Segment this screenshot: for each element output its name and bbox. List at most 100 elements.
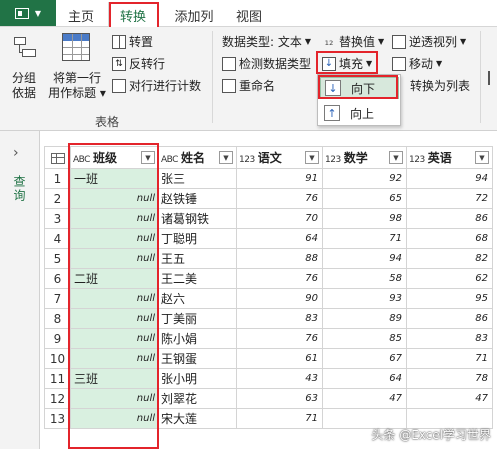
class-cell[interactable]: null bbox=[70, 388, 159, 409]
filter-dropdown-icon[interactable]: ▼ bbox=[219, 151, 233, 164]
detect-data-type-button[interactable]: 检测数据类型 bbox=[222, 55, 311, 72]
name-cell[interactable]: 宋大莲 bbox=[158, 408, 237, 429]
chinese-score-cell[interactable]: 76 bbox=[236, 328, 323, 349]
row-number[interactable]: 7 bbox=[44, 288, 71, 309]
transpose-button[interactable]: 转置 bbox=[112, 33, 153, 50]
class-cell[interactable]: null bbox=[70, 228, 159, 249]
name-cell[interactable]: 张小明 bbox=[158, 368, 237, 389]
file-menu-button[interactable]: ▼ bbox=[0, 0, 56, 26]
tab-home[interactable]: 主页 bbox=[60, 4, 102, 26]
class-cell[interactable]: null bbox=[70, 288, 159, 309]
row-number[interactable]: 5 bbox=[44, 248, 71, 269]
use-first-row-as-headers-button[interactable]: 将第一行 用作标题 ▾ bbox=[48, 71, 106, 101]
name-cell[interactable]: 张三 bbox=[158, 168, 237, 189]
column-header-english[interactable]: 123 英语 ▼ bbox=[406, 146, 493, 169]
fill-button[interactable]: ↓ 填充 ▼ bbox=[322, 55, 372, 72]
column-header-chinese[interactable]: 123 语文 ▼ bbox=[236, 146, 323, 169]
filter-dropdown-icon[interactable]: ▼ bbox=[389, 151, 403, 164]
count-rows-button[interactable]: 对行进行计数 bbox=[112, 77, 201, 94]
chinese-score-cell[interactable]: 76 bbox=[236, 268, 323, 289]
chinese-score-cell[interactable]: 43 bbox=[236, 368, 323, 389]
class-cell[interactable]: 一班 bbox=[70, 168, 159, 189]
row-number[interactable]: 13 bbox=[44, 408, 71, 429]
chinese-score-cell[interactable]: 90 bbox=[236, 288, 323, 309]
name-cell[interactable]: 丁聪明 bbox=[158, 228, 237, 249]
tab-transform[interactable]: 转换 bbox=[108, 2, 158, 28]
table-menu-button[interactable] bbox=[44, 146, 71, 169]
replace-values-button[interactable]: ₁₂ 替换值 ▼ bbox=[322, 33, 385, 50]
class-cell[interactable]: null bbox=[70, 348, 159, 369]
name-cell[interactable]: 王二美 bbox=[158, 268, 237, 289]
tab-add-column[interactable]: 添加列 bbox=[166, 4, 222, 26]
english-score-cell[interactable]: 95 bbox=[406, 288, 493, 309]
class-cell[interactable]: 二班 bbox=[70, 268, 159, 289]
row-number[interactable]: 12 bbox=[44, 388, 71, 409]
name-cell[interactable]: 王五 bbox=[158, 248, 237, 269]
english-score-cell[interactable]: 86 bbox=[406, 208, 493, 229]
column-header-name[interactable]: ABC 姓名 ▼ bbox=[158, 146, 237, 169]
math-score-cell[interactable]: 47 bbox=[322, 388, 407, 409]
english-score-cell[interactable]: 83 bbox=[406, 328, 493, 349]
group-by-button[interactable]: 分组 依据 bbox=[6, 71, 42, 101]
math-score-cell[interactable]: 65 bbox=[322, 188, 407, 209]
math-score-cell[interactable]: 67 bbox=[322, 348, 407, 369]
name-cell[interactable]: 王钢蛋 bbox=[158, 348, 237, 369]
english-score-cell[interactable]: 47 bbox=[406, 388, 493, 409]
english-score-cell[interactable]: 78 bbox=[406, 368, 493, 389]
row-number[interactable]: 1 bbox=[44, 168, 71, 189]
math-score-cell[interactable]: 58 bbox=[322, 268, 407, 289]
tab-view[interactable]: 视图 bbox=[228, 4, 270, 26]
name-cell[interactable]: 诸葛钢铁 bbox=[158, 208, 237, 229]
class-cell[interactable]: null bbox=[70, 308, 159, 329]
chinese-score-cell[interactable]: 70 bbox=[236, 208, 323, 229]
row-number[interactable]: 4 bbox=[44, 228, 71, 249]
english-score-cell[interactable]: 72 bbox=[406, 188, 493, 209]
filter-dropdown-icon[interactable]: ▼ bbox=[305, 151, 319, 164]
chevron-right-icon[interactable]: › bbox=[13, 145, 19, 161]
math-score-cell[interactable]: 89 bbox=[322, 308, 407, 329]
english-score-cell[interactable]: 94 bbox=[406, 168, 493, 189]
row-number[interactable]: 3 bbox=[44, 208, 71, 229]
name-cell[interactable]: 刘翠花 bbox=[158, 388, 237, 409]
name-cell[interactable]: 赵六 bbox=[158, 288, 237, 309]
chinese-score-cell[interactable]: 76 bbox=[236, 188, 323, 209]
row-number[interactable]: 6 bbox=[44, 268, 71, 289]
name-cell[interactable]: 赵铁锤 bbox=[158, 188, 237, 209]
math-score-cell[interactable]: 64 bbox=[322, 368, 407, 389]
math-score-cell[interactable]: 94 bbox=[322, 248, 407, 269]
move-button[interactable]: 移动 ▼ bbox=[392, 55, 442, 72]
fill-down-menu-item[interactable]: ↓ 向下 bbox=[320, 77, 399, 99]
english-score-cell[interactable]: 82 bbox=[406, 248, 493, 269]
math-score-cell[interactable]: 85 bbox=[322, 328, 407, 349]
rename-button[interactable]: 重命名 bbox=[222, 77, 275, 94]
class-cell[interactable]: null bbox=[70, 188, 159, 209]
math-score-cell[interactable]: 71 bbox=[322, 228, 407, 249]
name-cell[interactable]: 陈小娟 bbox=[158, 328, 237, 349]
filter-dropdown-icon[interactable]: ▼ bbox=[475, 151, 489, 164]
chinese-score-cell[interactable]: 83 bbox=[236, 308, 323, 329]
class-cell[interactable]: null bbox=[70, 408, 159, 429]
row-number[interactable]: 2 bbox=[44, 188, 71, 209]
convert-to-list-button[interactable]: 转换为列表 bbox=[410, 77, 470, 94]
class-cell[interactable]: null bbox=[70, 208, 159, 229]
data-type-dropdown[interactable]: 数据类型: 文本 ▼ bbox=[222, 33, 311, 50]
row-number[interactable]: 10 bbox=[44, 348, 71, 369]
chinese-score-cell[interactable]: 71 bbox=[236, 408, 323, 429]
english-score-cell[interactable]: 71 bbox=[406, 348, 493, 369]
filter-dropdown-icon[interactable]: ▼ bbox=[141, 151, 155, 164]
class-cell[interactable]: 三班 bbox=[70, 368, 159, 389]
chinese-score-cell[interactable]: 61 bbox=[236, 348, 323, 369]
chinese-score-cell[interactable]: 88 bbox=[236, 248, 323, 269]
row-number[interactable]: 8 bbox=[44, 308, 71, 329]
class-cell[interactable]: null bbox=[70, 248, 159, 269]
column-header-class[interactable]: ABC 班级 ▼ bbox=[70, 146, 159, 169]
math-score-cell[interactable]: 98 bbox=[322, 208, 407, 229]
reverse-rows-button[interactable]: ⇅ 反转行 bbox=[112, 55, 165, 72]
math-score-cell[interactable]: 92 bbox=[322, 168, 407, 189]
english-score-cell[interactable]: 68 bbox=[406, 228, 493, 249]
chinese-score-cell[interactable]: 63 bbox=[236, 388, 323, 409]
class-cell[interactable]: null bbox=[70, 328, 159, 349]
english-score-cell[interactable]: 62 bbox=[406, 268, 493, 289]
unpivot-columns-button[interactable]: 逆透视列 ▼ bbox=[392, 33, 466, 50]
chinese-score-cell[interactable]: 64 bbox=[236, 228, 323, 249]
